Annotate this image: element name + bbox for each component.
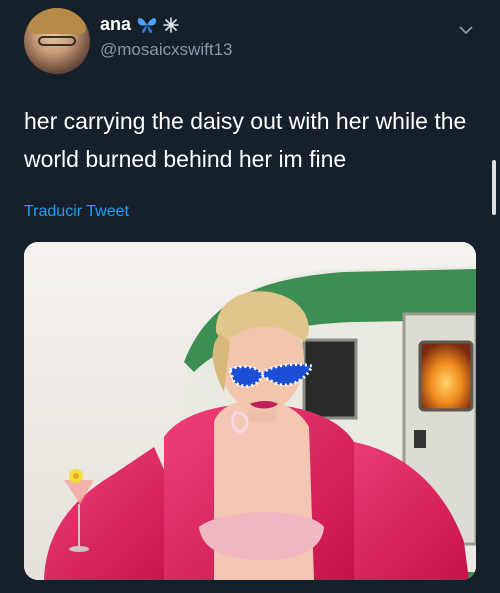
media-illustration bbox=[24, 242, 476, 580]
butterfly-icon bbox=[137, 17, 157, 33]
user-name[interactable]: ana bbox=[100, 14, 179, 35]
scrollbar[interactable] bbox=[492, 160, 496, 215]
tweet-header: ana @mosaicxswift13 bbox=[0, 0, 500, 80]
sparkle-icon bbox=[163, 16, 179, 33]
tweet-text: her carrying the daisy out with her whil… bbox=[24, 108, 467, 172]
translate-tweet-link[interactable]: Traducir Tweet bbox=[24, 203, 129, 221]
tweet-media-image[interactable] bbox=[24, 242, 476, 580]
avatar[interactable] bbox=[24, 8, 90, 74]
user-name-text[interactable]: ana bbox=[100, 14, 131, 35]
user-handle[interactable]: @mosaicxswift13 bbox=[100, 40, 233, 60]
chevron-down-icon[interactable] bbox=[458, 24, 474, 36]
